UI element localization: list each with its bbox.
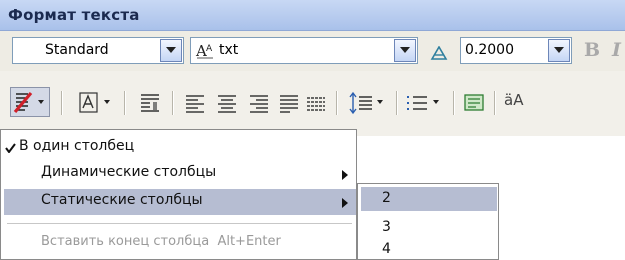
text-justify-icon [79,92,110,113]
align-center-icon [218,95,236,113]
menu-item-static-columns[interactable]: Статические столбцы [1,189,356,213]
align-left-button[interactable] [184,90,206,116]
font-select-value: txt [219,42,239,58]
bold-button[interactable]: B [584,39,600,61]
menu-item-dynamic-columns[interactable]: Динамические столбцы [1,161,356,185]
font-type-icon: AA [195,41,217,65]
menu-item-label: Динамические столбцы [41,164,217,180]
line-spacing-button[interactable] [348,90,388,116]
text-height-select[interactable]: 0.2000 [460,37,572,64]
toolbar-separator [396,91,398,115]
menu-separator [7,223,352,224]
change-case-button[interactable]: äA [504,91,523,117]
numbering-icon [407,96,439,110]
menu-item-label: Вставить конец столбца Alt+Enter [41,234,281,249]
insert-field-icon [464,94,484,111]
menu-item-insert-column-break: Вставить конец столбца Alt+Enter [1,231,356,255]
panel-titlebar: Формат текста [0,0,625,31]
text-format-panel: Формат текста Standard AA txt 0.2000 B I… [0,0,625,136]
style-select[interactable]: Standard [12,37,184,64]
distribute-icon [307,97,325,111]
toolbar-separator [124,91,126,115]
style-select-value: Standard [45,42,109,58]
menu-item-single-column[interactable]: В один столбец [1,135,356,159]
static-columns-submenu: 2 3 4 [357,183,499,260]
justify-button[interactable] [278,90,300,116]
columns-button[interactable] [10,87,50,117]
paragraph-icon [141,94,159,112]
align-right-button[interactable] [248,90,270,116]
text-height-value: 0.2000 [465,42,514,58]
svg-text:A: A [206,44,213,54]
annotative-icon[interactable] [430,45,448,64]
toolbar-separator [336,91,338,115]
toolbar-separator [453,91,455,115]
mtext-justify-button[interactable] [78,90,118,116]
submenu-arrow-icon [342,196,348,212]
menu-item-label: В один столбец [19,138,135,154]
justify-icon [280,95,298,113]
toolbar-row-2: äA [0,81,625,125]
toolbar-separator [172,91,174,115]
line-spacing-icon [349,91,383,115]
columns-icon [13,91,44,114]
toolbar-separator [61,91,63,115]
submenu-item-4[interactable]: 4 [382,241,391,257]
panel-title: Формат текста [8,6,140,24]
checkmark-icon [5,141,16,157]
submenu-arrow-icon [342,168,348,184]
chevron-down-icon[interactable] [160,39,182,62]
align-left-icon [186,95,204,113]
chevron-down-icon[interactable] [394,39,416,62]
insert-field-button[interactable] [462,90,488,116]
italic-button[interactable]: I [612,39,621,61]
numbering-button[interactable] [405,90,445,116]
distribute-button[interactable] [305,90,327,116]
chevron-down-icon[interactable] [548,39,570,62]
toolbar-row-1: Standard AA txt 0.2000 B I [0,31,625,71]
align-right-icon [250,95,268,113]
align-center-button[interactable] [216,90,238,116]
font-select[interactable]: AA txt [190,37,418,64]
columns-menu: В один столбец Динамические столбцы Стат… [0,129,357,260]
paragraph-button[interactable] [138,90,162,116]
toolbar-separator [494,91,496,115]
submenu-item-2[interactable]: 2 [382,190,391,206]
menu-item-label: Статические столбцы [41,192,203,208]
submenu-item-3[interactable]: 3 [382,219,391,235]
